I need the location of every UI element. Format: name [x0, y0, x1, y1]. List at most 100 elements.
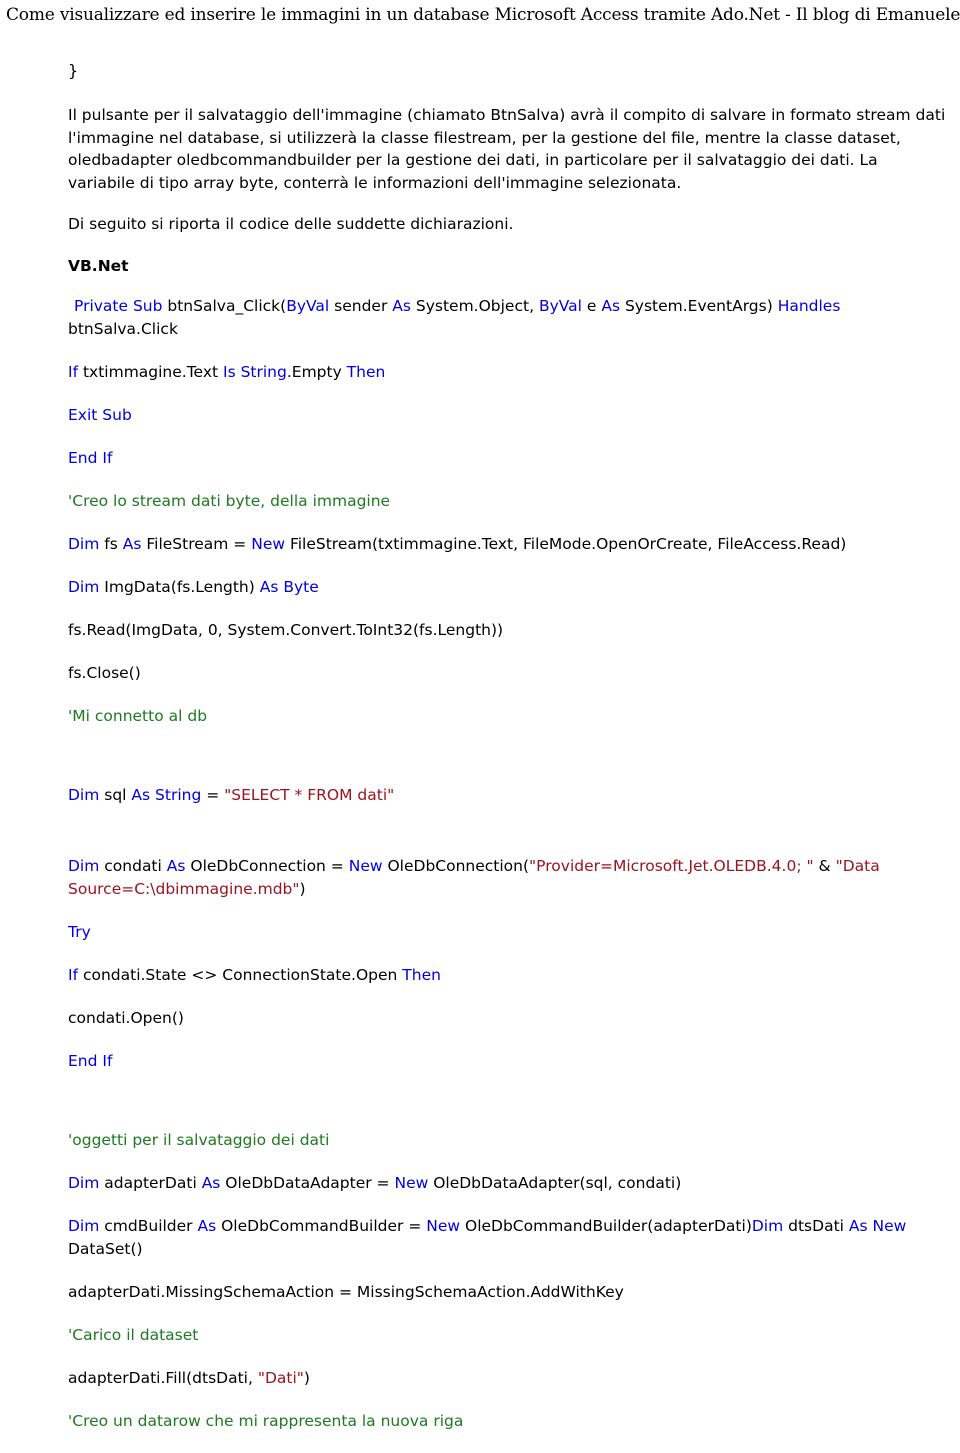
token-keyword: As — [166, 856, 186, 875]
token-keyword: Is String — [223, 362, 287, 381]
code-line-condati-open: condati.Open() — [68, 1007, 946, 1030]
token-keyword: Dim — [751, 1216, 784, 1235]
closing-brace-line: } — [68, 61, 79, 80]
token-keyword: Dim — [68, 577, 100, 596]
code-line-try: Try — [68, 921, 946, 944]
token-plain: condati.State <> ConnectionState.Open — [78, 965, 403, 984]
token-plain: cmdBuilder — [99, 1216, 198, 1235]
token-plain: adapterDati.MissingSchemaAction = Missin… — [68, 1282, 624, 1301]
token-plain: .Empty — [286, 362, 347, 381]
token-keyword: New — [251, 534, 286, 553]
article-content: } Il pulsante per il salvataggio dell'im… — [68, 60, 946, 1453]
token-plain: sender — [329, 296, 393, 315]
token-comment: 'Mi connetto al db — [68, 706, 208, 725]
token-keyword: As Byte — [259, 577, 319, 596]
code-line-declaration: Private Sub btnSalva_Click(ByVal sender … — [68, 295, 946, 341]
token-plain: fs.Close() — [68, 663, 141, 682]
token-plain: adapterDati — [99, 1173, 202, 1192]
intro-paragraph-1: Il pulsante per il salvataggio dell'imma… — [68, 106, 946, 192]
token-keyword: As — [392, 296, 411, 315]
code-line-if-empty: If txtimmagine.Text Is String.Empty Then — [68, 361, 946, 384]
token-plain: OleDbConnection = — [185, 856, 349, 875]
token-string: "SELECT * FROM dati" — [224, 785, 395, 804]
token-plain: ImgData(fs.Length) — [99, 577, 260, 596]
code-line-fs-close: fs.Close() — [68, 662, 946, 685]
token-comment: 'Carico il dataset — [68, 1325, 199, 1344]
token-keyword: As String — [131, 785, 202, 804]
code-line-exit-sub: Exit Sub — [68, 404, 946, 427]
token-keyword: End If — [68, 448, 113, 467]
token-keyword: End If — [68, 1051, 113, 1070]
code-line-connection: Dim condati As OleDbConnection = New Ole… — [68, 855, 946, 901]
token-keyword: Then — [346, 362, 386, 381]
token-plain: fs.Read(ImgData, 0, System.Convert.ToInt… — [68, 620, 504, 639]
token-plain: dtsDati — [783, 1216, 849, 1235]
token-keyword: New — [348, 856, 383, 875]
token-keyword: As New — [848, 1216, 907, 1235]
token-plain: adapterDati.Fill(dtsDati, — [68, 1368, 258, 1387]
token-plain: OleDbConnection( — [382, 856, 530, 875]
token-plain: condati.Open() — [68, 1008, 184, 1027]
token-keyword: ByVal — [538, 296, 582, 315]
token-plain: DataSet() — [68, 1239, 143, 1258]
token-keyword: Handles — [777, 296, 841, 315]
code-line-end-if-2: End If — [68, 1050, 946, 1073]
code-line-end-if-1: End If — [68, 447, 946, 470]
token-keyword: Dim — [68, 856, 100, 875]
token-keyword: Private Sub — [74, 296, 163, 315]
token-keyword: Exit Sub — [68, 405, 132, 424]
token-plain: = — [201, 785, 225, 804]
code-line-adapter: Dim adapterDati As OleDbDataAdapter = Ne… — [68, 1172, 946, 1195]
token-plain: System.EventArgs) — [620, 296, 778, 315]
token-plain: sql — [99, 785, 132, 804]
code-line-fs-read: fs.Read(ImgData, 0, System.Convert.ToInt… — [68, 619, 946, 642]
token-plain: fs — [99, 534, 123, 553]
token-plain: FileStream(txtimmagine.Text, FileMode.Op… — [285, 534, 847, 553]
code-comment-stream: 'Creo lo stream dati byte, della immagin… — [68, 490, 946, 513]
token-keyword: Then — [402, 965, 441, 984]
token-plain: & — [813, 856, 836, 875]
token-plain: btnSalva.Click — [68, 319, 178, 338]
code-comment-oggetti: 'oggetti per il salvataggio dei dati — [68, 1129, 946, 1152]
token-keyword: If — [68, 965, 79, 984]
token-keyword: Try — [68, 922, 91, 941]
code-line-fill: adapterDati.Fill(dtsDati, "Dati") — [68, 1367, 946, 1390]
code-comment-datarow: 'Creo un datarow che mi rappresenta la n… — [68, 1410, 946, 1433]
code-line-if-state: If condati.State <> ConnectionState.Open… — [68, 964, 946, 987]
token-plain: OleDbDataAdapter = — [220, 1173, 395, 1192]
token-keyword: As — [197, 1216, 217, 1235]
intro-paragraph-2: Di seguito si riporta il codice delle su… — [68, 215, 514, 233]
token-plain: txtimmagine.Text — [78, 362, 223, 381]
code-line-missingschema: adapterDati.MissingSchemaAction = Missin… — [68, 1281, 946, 1304]
token-plain: OleDbCommandBuilder(adapterDati) — [460, 1216, 752, 1235]
code-line-cmdbuilder: Dim cmdBuilder As OleDbCommandBuilder = … — [68, 1215, 946, 1261]
token-plain: System.Object, — [410, 296, 539, 315]
token-plain: ) — [303, 1368, 310, 1387]
token-plain: condati — [99, 856, 167, 875]
token-plain: FileStream = — [141, 534, 252, 553]
token-keyword: New — [426, 1216, 461, 1235]
token-string: "Provider=Microsoft.Jet.OLEDB.4.0; " — [529, 856, 814, 875]
section-heading-vbnet: VB.Net — [68, 256, 129, 275]
code-comment-carico: 'Carico il dataset — [68, 1324, 946, 1347]
token-keyword: Dim — [68, 1216, 100, 1235]
token-plain: ) — [299, 879, 306, 898]
token-keyword: As — [122, 534, 142, 553]
token-plain: e — [581, 296, 602, 315]
token-keyword: ByVal — [286, 296, 330, 315]
page-title: Come visualizzare ed inserire le immagin… — [6, 5, 960, 25]
code-comment-connect-db: 'Mi connetto al db — [68, 705, 946, 728]
token-keyword: Dim — [68, 785, 100, 804]
token-plain: OleDbCommandBuilder = — [216, 1216, 427, 1235]
token-plain: OleDbDataAdapter(sql, condati) — [428, 1173, 682, 1192]
token-comment: 'oggetti per il salvataggio dei dati — [68, 1130, 330, 1149]
token-comment: 'Creo un datarow che mi rappresenta la n… — [68, 1411, 464, 1430]
token-string: "Dati" — [257, 1368, 304, 1387]
token-keyword: If — [68, 362, 79, 381]
token-comment: 'Creo lo stream dati byte, della immagin… — [68, 491, 391, 510]
token-plain: btnSalva_Click( — [162, 296, 287, 315]
code-line-filestream: Dim fs As FileStream = New FileStream(tx… — [68, 533, 946, 556]
code-line-sql-string: Dim sql As String = "SELECT * FROM dati" — [68, 784, 946, 807]
token-keyword: Dim — [68, 1173, 100, 1192]
token-keyword: Dim — [68, 534, 100, 553]
